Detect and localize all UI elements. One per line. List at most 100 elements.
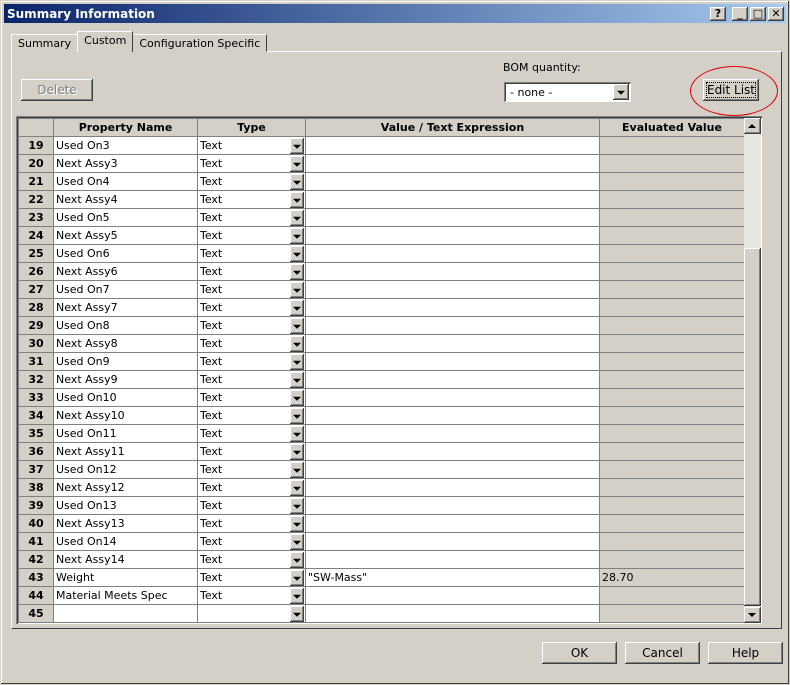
- row-number[interactable]: 24: [18, 226, 54, 245]
- table-row[interactable]: 21 Used On4 Text: [18, 172, 745, 191]
- value-expression-cell[interactable]: [305, 316, 600, 335]
- row-number[interactable]: 39: [18, 496, 54, 515]
- type-select-cell[interactable]: Text: [197, 568, 306, 587]
- property-name-cell[interactable]: Used On8: [53, 316, 198, 335]
- type-select-cell[interactable]: Text: [197, 406, 306, 425]
- ok-button[interactable]: OK: [542, 642, 617, 664]
- minimize-button[interactable]: _: [732, 6, 748, 21]
- property-name-cell[interactable]: Next Assy12: [53, 478, 198, 497]
- property-name-cell[interactable]: Used On13: [53, 496, 198, 515]
- scroll-down-button[interactable]: [744, 607, 761, 623]
- value-expression-cell[interactable]: [305, 172, 600, 191]
- table-row[interactable]: 38 Next Assy12 Text: [18, 478, 745, 497]
- table-row[interactable]: 37 Used On12 Text: [18, 460, 745, 479]
- bom-quantity-select[interactable]: - none -: [504, 82, 631, 102]
- property-name-cell[interactable]: Next Assy8: [53, 334, 198, 353]
- column-header-value[interactable]: Value / Text Expression: [305, 118, 600, 137]
- value-expression-cell[interactable]: [305, 460, 600, 479]
- row-number[interactable]: 26: [18, 262, 54, 281]
- value-expression-cell[interactable]: [305, 496, 600, 515]
- property-name-cell[interactable]: Used On10: [53, 388, 198, 407]
- property-name-cell[interactable]: Next Assy14: [53, 550, 198, 569]
- chevron-down-icon[interactable]: [290, 246, 304, 262]
- help-button[interactable]: Help: [708, 642, 783, 664]
- chevron-down-icon[interactable]: [290, 498, 304, 514]
- chevron-down-icon[interactable]: [290, 570, 304, 586]
- type-select-cell[interactable]: Text: [197, 154, 306, 173]
- value-expression-cell[interactable]: [305, 208, 600, 227]
- type-select-cell[interactable]: Text: [197, 136, 306, 155]
- chevron-down-icon[interactable]: [290, 606, 304, 622]
- chevron-down-icon[interactable]: [290, 138, 304, 154]
- scroll-thumb[interactable]: [744, 248, 761, 606]
- property-name-cell[interactable]: Weight: [53, 568, 198, 587]
- property-name-cell[interactable]: Used On9: [53, 352, 198, 371]
- row-number[interactable]: 42: [18, 550, 54, 569]
- chevron-down-icon[interactable]: [290, 300, 304, 316]
- property-name-cell[interactable]: Used On12: [53, 460, 198, 479]
- scroll-up-button[interactable]: [744, 118, 761, 134]
- row-number[interactable]: 33: [18, 388, 54, 407]
- table-row[interactable]: 29 Used On8 Text: [18, 316, 745, 335]
- row-number[interactable]: 28: [18, 298, 54, 317]
- table-row[interactable]: 43 Weight Text "SW-Mass" 28.70: [18, 568, 745, 587]
- row-number[interactable]: 44: [18, 586, 54, 605]
- chevron-down-icon[interactable]: [290, 426, 304, 442]
- property-name-cell[interactable]: Used On11: [53, 424, 198, 443]
- chevron-down-icon[interactable]: [290, 372, 304, 388]
- type-select-cell[interactable]: Text: [197, 478, 306, 497]
- close-button[interactable]: ✕: [768, 6, 784, 21]
- type-select-cell[interactable]: Text: [197, 190, 306, 209]
- value-expression-cell[interactable]: [305, 406, 600, 425]
- chevron-down-icon[interactable]: [290, 462, 304, 478]
- table-row[interactable]: 28 Next Assy7 Text: [18, 298, 745, 317]
- type-select-cell[interactable]: Text: [197, 208, 306, 227]
- column-header-property-name[interactable]: Property Name: [53, 118, 198, 137]
- cancel-button[interactable]: Cancel: [625, 642, 700, 664]
- value-expression-cell[interactable]: [305, 352, 600, 371]
- property-name-cell[interactable]: Used On6: [53, 244, 198, 263]
- table-row[interactable]: 41 Used On14 Text: [18, 532, 745, 551]
- type-select-cell[interactable]: Text: [197, 496, 306, 515]
- table-row[interactable]: 32 Next Assy9 Text: [18, 370, 745, 389]
- type-select-cell[interactable]: Text: [197, 550, 306, 569]
- table-row[interactable]: 25 Used On6 Text: [18, 244, 745, 263]
- property-name-cell[interactable]: Used On5: [53, 208, 198, 227]
- type-select-cell[interactable]: [197, 604, 306, 623]
- row-number[interactable]: 43: [18, 568, 54, 587]
- type-select-cell[interactable]: Text: [197, 514, 306, 533]
- value-expression-cell[interactable]: [305, 532, 600, 551]
- property-name-cell[interactable]: Next Assy4: [53, 190, 198, 209]
- table-row[interactable]: 24 Next Assy5 Text: [18, 226, 745, 245]
- table-row[interactable]: 19 Used On3 Text: [18, 136, 745, 155]
- table-row[interactable]: 36 Next Assy11 Text: [18, 442, 745, 461]
- row-number[interactable]: 21: [18, 172, 54, 191]
- row-number[interactable]: 29: [18, 316, 54, 335]
- chevron-down-icon[interactable]: [290, 444, 304, 460]
- table-row[interactable]: 23 Used On5 Text: [18, 208, 745, 227]
- row-number[interactable]: 22: [18, 190, 54, 209]
- property-name-cell[interactable]: Used On3: [53, 136, 198, 155]
- row-number[interactable]: 34: [18, 406, 54, 425]
- property-name-cell[interactable]: Next Assy6: [53, 262, 198, 281]
- table-row[interactable]: 31 Used On9 Text: [18, 352, 745, 371]
- chevron-down-icon[interactable]: [290, 390, 304, 406]
- property-name-cell[interactable]: Next Assy7: [53, 298, 198, 317]
- table-row[interactable]: 20 Next Assy3 Text: [18, 154, 745, 173]
- row-number[interactable]: 32: [18, 370, 54, 389]
- row-number[interactable]: 40: [18, 514, 54, 533]
- row-number[interactable]: 23: [18, 208, 54, 227]
- row-number[interactable]: 20: [18, 154, 54, 173]
- vertical-scrollbar[interactable]: [744, 118, 761, 623]
- property-name-cell[interactable]: [53, 604, 198, 623]
- property-name-cell[interactable]: Next Assy9: [53, 370, 198, 389]
- chevron-down-icon[interactable]: [290, 516, 304, 532]
- row-number[interactable]: 19: [18, 136, 54, 155]
- row-number[interactable]: 41: [18, 532, 54, 551]
- value-expression-cell[interactable]: [305, 550, 600, 569]
- property-name-cell[interactable]: Next Assy5: [53, 226, 198, 245]
- type-select-cell[interactable]: Text: [197, 442, 306, 461]
- property-name-cell[interactable]: Material Meets Spec: [53, 586, 198, 605]
- value-expression-cell[interactable]: [305, 604, 600, 623]
- value-expression-cell[interactable]: [305, 190, 600, 209]
